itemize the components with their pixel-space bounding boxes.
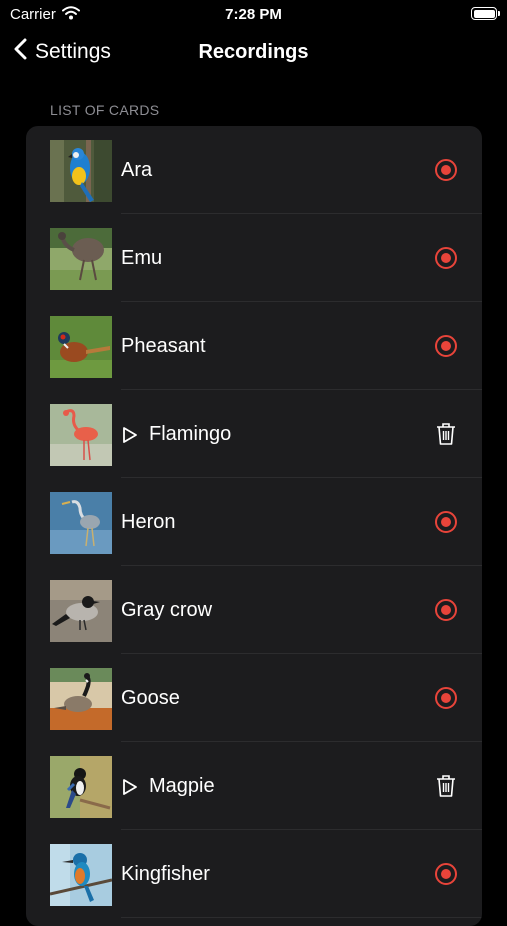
list-item[interactable]: Goose: [26, 654, 482, 742]
kingfisher-thumbnail: [50, 844, 112, 906]
card-name: Pheasant: [121, 335, 206, 357]
card-name: Kingfisher: [121, 863, 210, 885]
delete-recording-button[interactable]: [430, 420, 462, 452]
back-button-label: Settings: [35, 39, 111, 63]
emu-thumbnail: [50, 228, 112, 290]
heron-thumbnail: [50, 492, 112, 554]
record-button[interactable]: [430, 860, 462, 892]
card-name: Magpie: [149, 775, 215, 797]
record-icon: [434, 334, 458, 363]
list-item[interactable]: Flamingo: [26, 390, 482, 478]
record-icon: [434, 598, 458, 627]
card-name: Heron: [121, 511, 176, 533]
status-time: 7:28 PM: [225, 6, 282, 23]
card-name: Ara: [121, 159, 153, 181]
record-icon: [434, 246, 458, 275]
list-item[interactable]: Ara: [26, 126, 482, 214]
list-item[interactable]: Pheasant: [26, 302, 482, 390]
crow-thumbnail: [50, 580, 112, 642]
card-name: Emu: [121, 247, 163, 269]
record-button[interactable]: [430, 508, 462, 540]
record-icon: [434, 510, 458, 539]
record-button[interactable]: [430, 156, 462, 188]
record-icon: [434, 862, 458, 891]
delete-recording-button[interactable]: [430, 772, 462, 804]
battery-icon: [471, 7, 500, 20]
pheasant-thumbnail: [50, 316, 112, 378]
record-button[interactable]: [430, 596, 462, 628]
card-name: Gray crow: [121, 599, 213, 621]
card-name: Goose: [121, 687, 180, 709]
record-button[interactable]: [430, 244, 462, 276]
record-icon: [434, 158, 458, 187]
record-icon: [434, 686, 458, 715]
trash-icon: [436, 422, 456, 451]
macaw-thumbnail: [50, 140, 112, 202]
status-bar: Carrier 7:28 PM: [0, 0, 507, 28]
play-icon[interactable]: [122, 778, 138, 801]
list-item[interactable]: Heron: [26, 478, 482, 566]
goose-thumbnail: [50, 668, 112, 730]
separator: [121, 917, 482, 918]
flamingo-thumbnail: [50, 404, 112, 466]
section-header: LIST OF CARDS: [50, 102, 160, 118]
trash-icon: [436, 774, 456, 803]
play-icon[interactable]: [122, 426, 138, 449]
list-item[interactable]: Gray crow: [26, 566, 482, 654]
list-item[interactable]: Kingfisher: [26, 830, 482, 918]
navigation-bar: Settings Recordings: [0, 30, 507, 74]
magpie-thumbnail: [50, 756, 112, 818]
record-button[interactable]: [430, 332, 462, 364]
record-button[interactable]: [430, 684, 462, 716]
list-item[interactable]: Emu: [26, 214, 482, 302]
cards-list: Ara Emu Pheasant Flamingo Heron Gray cro…: [26, 126, 482, 926]
list-item[interactable]: Magpie: [26, 742, 482, 830]
chevron-left-icon: [14, 38, 27, 65]
back-button[interactable]: Settings: [14, 38, 111, 65]
card-name: Flamingo: [149, 423, 232, 445]
